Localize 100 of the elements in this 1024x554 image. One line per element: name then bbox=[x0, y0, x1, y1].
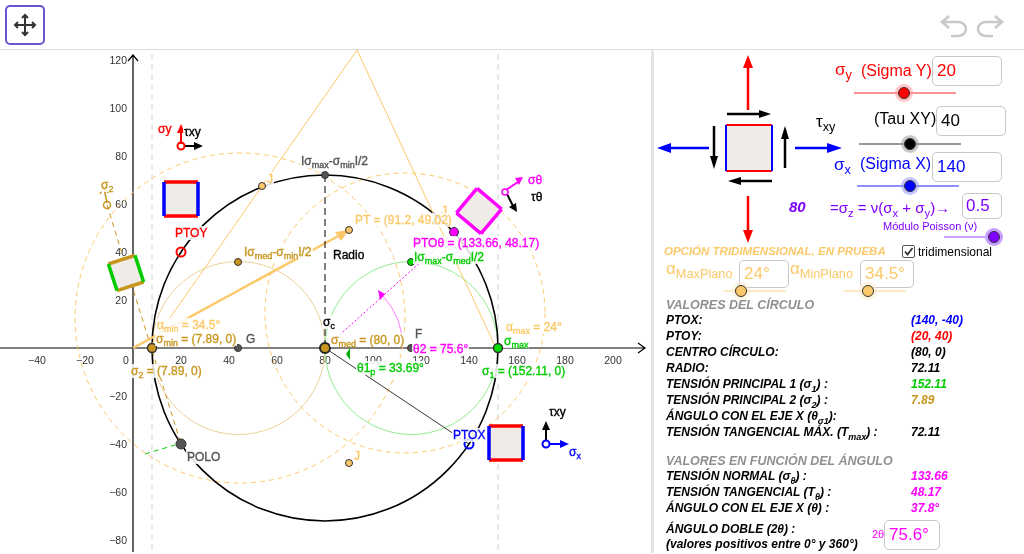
checkbox[interactable] bbox=[902, 245, 915, 258]
variable-symbol: τ$_{xy}$ bbox=[816, 112, 836, 132]
tick-label: 120 bbox=[109, 54, 127, 66]
point-label: σ$_{1}$ = (152.11, 0) bbox=[481, 364, 567, 378]
tick-label: 100 bbox=[109, 102, 127, 114]
value-label: ÁNGULO DOBLE (2θ) : bbox=[666, 522, 796, 536]
point-label: σy bbox=[157, 122, 173, 136]
tick-label: 40 bbox=[223, 354, 235, 366]
value-label: PTOX: bbox=[666, 312, 704, 328]
slider-thumb[interactable] bbox=[862, 285, 875, 297]
section-heading: VALORES EN FUNCIÓN DEL ÁNGULO bbox=[666, 454, 893, 468]
point-label: PTOX bbox=[452, 428, 487, 442]
point-label: σ$_{2}$ bbox=[100, 178, 115, 192]
tick-label: 20 bbox=[175, 354, 187, 366]
point-label: θ1$_{p}$ = 33.69° bbox=[356, 361, 425, 375]
value-text: 152.11 bbox=[911, 376, 948, 392]
tick-label: −40 bbox=[28, 354, 46, 366]
tick-label: 180 bbox=[556, 354, 574, 366]
point-label: σ$_{c}$ bbox=[322, 315, 336, 329]
move-icon[interactable] bbox=[13, 12, 37, 37]
point-label: J bbox=[266, 172, 274, 186]
point-label: Iσ$_{med}$-σ$_{min}$I/2 bbox=[243, 245, 313, 259]
slider-thumb[interactable] bbox=[897, 87, 910, 99]
point-label: PTOθ = (133.66, 48.17) bbox=[412, 236, 541, 250]
section-title: OPCIÓN TRIDIMENSIONAL, EN PRUEBA bbox=[664, 245, 886, 257]
tick-label: 20 bbox=[115, 294, 127, 306]
slider-thumb[interactable] bbox=[988, 231, 1001, 243]
point-label: Radio bbox=[332, 248, 366, 262]
point-label: Iσ$_{max}$-σ$_{med}$I/2 bbox=[413, 250, 486, 264]
value-label: TENSIÓN PRINCIPAL 2 (σ$_{2}$) : bbox=[666, 392, 829, 408]
point-label: σ$_{med}$ = (80, 0) bbox=[330, 333, 406, 347]
input-field[interactable]: 140 bbox=[932, 152, 1002, 182]
input-field[interactable]: 40 bbox=[936, 106, 1006, 136]
point-label: θ2 = 75.6° bbox=[412, 342, 470, 356]
tick-label: 60 bbox=[271, 354, 283, 366]
tick-label: −20 bbox=[109, 390, 127, 402]
point-label: τxy bbox=[548, 405, 567, 419]
value-label: ÁNGULO CON EL EJE X (θ) : bbox=[666, 500, 831, 516]
point-label: σ$_{2}$ = (7.89, 0) bbox=[130, 364, 203, 378]
tick-label: 80 bbox=[115, 150, 127, 162]
value-text: (20, 40) bbox=[911, 328, 954, 344]
move-tool-button[interactable] bbox=[5, 4, 45, 45]
slider-thumb[interactable] bbox=[904, 180, 917, 192]
point-label: Iσ$_{max}$-σ$_{min}$I/2 bbox=[300, 154, 370, 168]
input-field[interactable]: 20 bbox=[932, 56, 1002, 86]
point-label: G bbox=[245, 332, 257, 346]
point-label: σθ bbox=[527, 173, 544, 187]
tick-label: 60 bbox=[115, 198, 127, 210]
point-label: τθ bbox=[530, 190, 544, 204]
section-heading: VALORES DEL CÍRCULO bbox=[666, 298, 815, 312]
angle-symbol: α$_{MinPlano}$ bbox=[790, 259, 853, 279]
tick-label: 160 bbox=[508, 354, 526, 366]
tick-label: −60 bbox=[109, 486, 127, 498]
value-label: ÁNGULO CON EL EJE X (θ$_{σ1}$): bbox=[666, 408, 838, 424]
tick-label: −20 bbox=[76, 354, 94, 366]
slider-thumb[interactable] bbox=[734, 285, 747, 297]
value-text: (140, -40) bbox=[911, 312, 964, 328]
input-field[interactable]: 75.6° bbox=[884, 520, 940, 550]
angle-symbol: 2θ bbox=[872, 528, 885, 540]
sigma-z-value: 80 bbox=[789, 198, 806, 215]
value-text: 7.89 bbox=[911, 392, 936, 408]
value-label: PTOY: bbox=[666, 328, 703, 344]
value-text: 72.11 bbox=[911, 424, 942, 440]
point-label: τxy bbox=[183, 125, 202, 139]
point-label: σ$_{x}$ bbox=[568, 445, 582, 459]
value-label: TENSIÓN TANGENCIAL MÁX. (T$_{max}$) : bbox=[666, 424, 879, 440]
value-label: CENTRO CÍRCULO: bbox=[666, 344, 780, 360]
point-label: σ$_{max}$ bbox=[503, 334, 530, 348]
tick-label: −80 bbox=[109, 534, 127, 546]
value-label: RADIO: bbox=[666, 360, 710, 376]
tick-label: −40 bbox=[109, 438, 127, 450]
tick-label: 0 bbox=[123, 354, 129, 366]
value-label: TENSIÓN TANGENCIAL (T$_{θ}$) : bbox=[666, 484, 833, 500]
angle-symbol: α$_{MaxPlano}$ bbox=[666, 259, 733, 279]
input-field[interactable]: 0.5 bbox=[962, 193, 1002, 219]
value-text: 133.66 bbox=[911, 468, 948, 484]
value-label: TENSIÓN NORMAL (σ$_{θ}$) : bbox=[666, 468, 808, 484]
point-label: σ$_{min}$ = (7.89, 0) bbox=[155, 332, 238, 346]
value-text: 37.8° bbox=[911, 500, 941, 516]
checkbox-label: tridimensional bbox=[918, 245, 993, 259]
point-label: PTOY bbox=[174, 226, 209, 240]
value-text: 72.11 bbox=[911, 360, 942, 376]
tick-label: 200 bbox=[604, 354, 622, 366]
point-label: α$_{min}$ = 34.5° bbox=[156, 318, 222, 332]
point-label: α$_{max}$ = 24° bbox=[505, 320, 563, 334]
point-label: POLO bbox=[186, 450, 222, 464]
point-label: J bbox=[353, 449, 361, 463]
poisson-label: Módulo Poisson (ν) bbox=[883, 220, 978, 232]
variable-label: (Sigma Y) bbox=[861, 62, 932, 80]
variable-symbol: σ$_{x}$ bbox=[834, 155, 851, 175]
note-text: (valores positivos entre 0° y 360°) bbox=[666, 538, 858, 551]
tick-label: 40 bbox=[115, 246, 127, 258]
variable-symbol: σ$_{y}$ bbox=[835, 60, 852, 80]
value-text: (80, 0) bbox=[911, 344, 947, 360]
point-label: F bbox=[414, 327, 424, 341]
tick-label: 80 bbox=[319, 354, 331, 366]
value-label: TENSIÓN PRINCIPAL 1 (σ$_{1}$) : bbox=[666, 376, 829, 392]
variable-label: (Sigma X) bbox=[860, 155, 932, 173]
tick-label: 140 bbox=[460, 354, 478, 366]
slider-thumb[interactable] bbox=[904, 138, 916, 150]
